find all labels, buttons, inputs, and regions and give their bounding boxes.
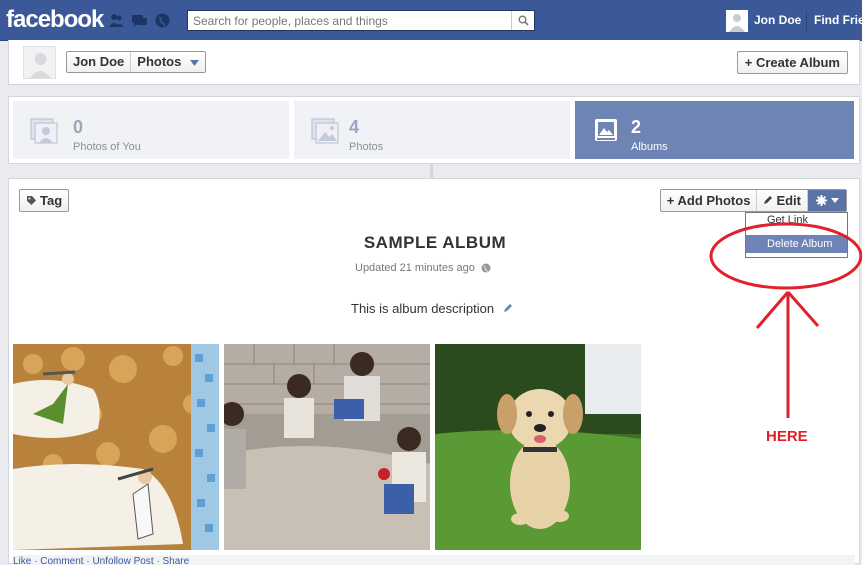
search-box — [187, 10, 535, 31]
album-photo-children[interactable] — [224, 344, 430, 550]
tag-icon — [27, 196, 36, 205]
album-updated-time: Updated 21 minutes ago — [355, 262, 475, 274]
topbar-divider — [806, 10, 807, 32]
chevron-down-icon — [830, 198, 839, 203]
album-panel: Tag + Add Photos Edit Get Link Delete Al… — [8, 178, 860, 565]
breadcrumb-photos-label: Photos — [137, 54, 182, 69]
friend-requests-icon[interactable] — [108, 12, 125, 29]
stat-count: 2 — [631, 117, 642, 137]
puppy-photo-image — [435, 344, 641, 550]
stat-albums[interactable]: 2 Albums — [575, 101, 854, 159]
photos-icon — [311, 118, 339, 144]
find-friends-link[interactable]: Find Frie — [814, 13, 862, 27]
album-title: SAMPLE ALBUM — [363, 233, 507, 252]
chevron-down-icon — [189, 59, 199, 66]
facebook-logo[interactable]: facebook — [6, 6, 104, 34]
tag-button[interactable]: Tag — [19, 189, 70, 212]
breadcrumb-user[interactable]: Jon Doe — [67, 52, 130, 72]
user-avatar[interactable] — [726, 10, 748, 32]
messages-icon[interactable] — [131, 12, 148, 29]
photos-header: Jon Doe Photos + Create Album — [8, 40, 860, 85]
edit-description-pencil-icon[interactable] — [503, 303, 513, 313]
profile-link[interactable]: Jon Doe — [754, 13, 801, 27]
default-avatar-icon — [726, 10, 748, 32]
breadcrumb: Jon Doe Photos — [66, 51, 206, 73]
notifications-globe-icon[interactable] — [154, 12, 171, 29]
pencil-icon — [764, 196, 773, 204]
stat-label: Photos of You — [73, 141, 141, 153]
album-photo-puppy[interactable] — [435, 344, 641, 550]
album-actions: + Add Photos Edit — [659, 189, 847, 212]
globe-icon[interactable] — [481, 263, 491, 273]
albums-icon — [595, 119, 617, 141]
top-bar: facebook Jon Doe Find Frie — [0, 0, 862, 41]
stat-label: Albums — [631, 141, 668, 153]
create-album-button[interactable]: + Create Album — [736, 51, 848, 74]
album-options-button[interactable] — [807, 190, 846, 211]
search-input[interactable] — [188, 11, 518, 30]
add-photos-button[interactable]: + Add Photos — [661, 190, 757, 211]
jewel-icons — [108, 12, 171, 29]
stat-label: Photos — [349, 141, 384, 153]
tag-label: Tag — [40, 193, 63, 208]
edit-label: Edit — [776, 193, 801, 208]
stat-photos-of-you[interactable]: 0 Photos of You — [13, 101, 289, 159]
album-description: This is album description — [351, 301, 495, 316]
profile-thumbnail[interactable] — [23, 46, 56, 79]
gear-icon — [815, 195, 827, 206]
stat-count: 0 — [73, 117, 84, 137]
breadcrumb-photos-dropdown[interactable]: Photos — [130, 52, 205, 72]
default-avatar-icon — [24, 47, 55, 78]
stat-count: 4 — [349, 117, 360, 137]
search-button[interactable] — [511, 11, 534, 30]
section-connector — [430, 164, 433, 178]
edit-album-button[interactable]: Edit — [756, 190, 807, 211]
photos-of-you-icon — [30, 118, 58, 144]
miners-cartoon-image — [13, 344, 219, 550]
stat-photos[interactable]: 4 Photos — [294, 101, 570, 159]
album-photo-miners[interactable] — [13, 344, 219, 550]
annotation-here-label: HERE — [766, 428, 808, 445]
search-icon — [518, 15, 529, 26]
children-photo-image — [224, 344, 430, 550]
photo-stats: 0 Photos of You 4 Photos 2 Albums — [8, 96, 860, 164]
menu-item-get-link[interactable]: Get Link — [746, 214, 847, 228]
